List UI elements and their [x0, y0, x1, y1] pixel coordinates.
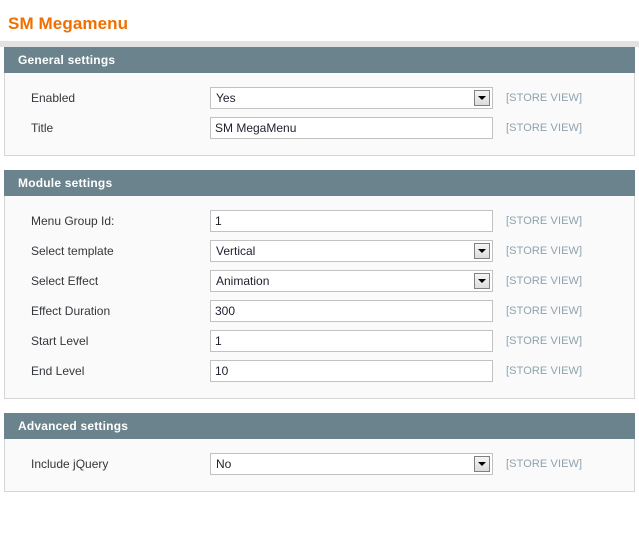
scope-label-menu-group-id: [STORE VIEW]: [506, 215, 583, 227]
scope-label-select-effect: [STORE VIEW]: [506, 275, 583, 287]
input-effect-duration[interactable]: [210, 300, 493, 322]
scope-label-include-jquery: [STORE VIEW]: [506, 458, 583, 470]
select-value-select-effect: Animation: [216, 274, 270, 288]
scope-label-effect-duration: [STORE VIEW]: [506, 305, 583, 317]
caret-glyph: [478, 462, 486, 466]
input-title[interactable]: [210, 117, 493, 139]
select-value-enabled: Yes: [216, 91, 236, 105]
form-row-include-jquery: Include jQuery No [STORE VIEW]: [5, 449, 634, 479]
form-row-end-level: End Level [STORE VIEW]: [5, 356, 634, 386]
label-menu-group-id: Menu Group Id:: [31, 214, 115, 228]
label-enabled: Enabled: [31, 91, 76, 105]
input-menu-group-id[interactable]: [210, 210, 493, 232]
field-wrapper-title: [210, 117, 493, 139]
settings-panel-general-settings: General settings Enabled Yes [STORE VIEW] Ti…: [4, 47, 635, 156]
label-effect-duration: Effect Duration: [31, 304, 111, 318]
page-title: SM Megamenu: [8, 14, 129, 33]
settings-panel-module-settings: Module settings Menu Group Id: [STORE VIEW…: [4, 170, 635, 399]
chevron-down-icon[interactable]: [474, 90, 490, 106]
caret-glyph: [478, 279, 486, 283]
input-end-level[interactable]: [210, 360, 493, 382]
panel-header-advanced-settings[interactable]: Advanced settings: [4, 413, 635, 439]
scope-label-enabled: [STORE VIEW]: [506, 92, 583, 104]
field-wrapper-effect-duration: [210, 300, 493, 322]
panel-header-module-settings[interactable]: Module settings: [4, 170, 635, 196]
scope-label-select-template: [STORE VIEW]: [506, 245, 583, 257]
field-wrapper-select-template: Vertical: [210, 240, 493, 262]
field-wrapper-select-effect: Animation: [210, 270, 493, 292]
settings-panel-advanced-settings: Advanced settings Include jQuery No [STORE …: [4, 413, 635, 492]
field-wrapper-start-level: [210, 330, 493, 352]
label-start-level: Start Level: [31, 334, 89, 348]
panel-body-general-settings: Enabled Yes [STORE VIEW] Title [STORE VIEW]: [4, 73, 635, 156]
form-row-title: Title [STORE VIEW]: [5, 113, 634, 143]
select-value-select-template: Vertical: [216, 244, 256, 258]
select-include-jquery[interactable]: No: [210, 453, 493, 475]
caret-glyph: [478, 96, 486, 100]
select-select-template[interactable]: Vertical: [210, 240, 493, 262]
field-wrapper-include-jquery: No: [210, 453, 493, 475]
label-select-effect: Select Effect: [31, 274, 99, 288]
label-include-jquery: Include jQuery: [31, 457, 109, 471]
scope-label-start-level: [STORE VIEW]: [506, 335, 583, 347]
chevron-down-icon[interactable]: [474, 456, 490, 472]
caret-glyph: [478, 249, 486, 253]
label-end-level: End Level: [31, 364, 85, 378]
select-value-include-jquery: No: [216, 457, 232, 471]
label-title: Title: [31, 121, 54, 135]
select-enabled[interactable]: Yes: [210, 87, 493, 109]
form-row-start-level: Start Level [STORE VIEW]: [5, 326, 634, 356]
form-row-select-template: Select template Vertical [STORE VIEW]: [5, 236, 634, 266]
form-row-effect-duration: Effect Duration [STORE VIEW]: [5, 296, 634, 326]
settings-form: General settings Enabled Yes [STORE VIEW] Ti…: [0, 47, 639, 492]
field-wrapper-enabled: Yes: [210, 87, 493, 109]
select-select-effect[interactable]: Animation: [210, 270, 493, 292]
scope-label-end-level: [STORE VIEW]: [506, 365, 583, 377]
form-row-enabled: Enabled Yes [STORE VIEW]: [5, 83, 634, 113]
panel-body-advanced-settings: Include jQuery No [STORE VIEW]: [4, 439, 635, 492]
chevron-down-icon[interactable]: [474, 243, 490, 259]
form-row-select-effect: Select Effect Animation [STORE VIEW]: [5, 266, 634, 296]
chevron-down-icon[interactable]: [474, 273, 490, 289]
panel-header-general-settings[interactable]: General settings: [4, 47, 635, 73]
form-row-menu-group-id: Menu Group Id: [STORE VIEW]: [5, 206, 634, 236]
scope-label-title: [STORE VIEW]: [506, 122, 583, 134]
page-header: SM Megamenu: [0, 0, 639, 34]
input-start-level[interactable]: [210, 330, 493, 352]
field-wrapper-end-level: [210, 360, 493, 382]
field-wrapper-menu-group-id: [210, 210, 493, 232]
label-select-template: Select template: [31, 244, 114, 258]
panel-body-module-settings: Menu Group Id:[STORE VIEW]Select templat…: [4, 196, 635, 399]
